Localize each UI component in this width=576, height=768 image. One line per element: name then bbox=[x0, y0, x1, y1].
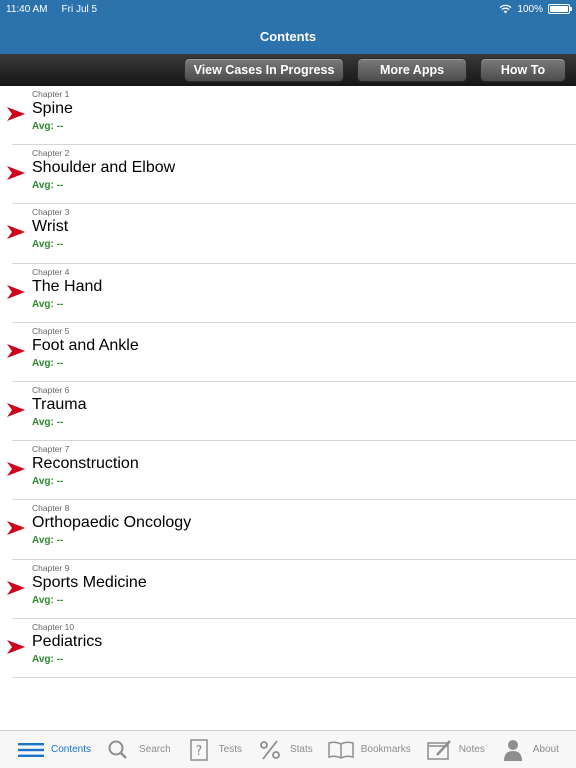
battery-level bbox=[550, 6, 568, 12]
magnifier-icon bbox=[108, 740, 127, 759]
tab-label: Tests bbox=[218, 744, 242, 755]
chapter-average: Avg: -- bbox=[32, 653, 64, 665]
chapter-average: Avg: -- bbox=[32, 416, 64, 428]
chapter-average: Avg: -- bbox=[32, 298, 64, 310]
chapter-title: Orthopaedic Oncology bbox=[32, 514, 192, 532]
tab-tests[interactable]: ? Tests bbox=[185, 738, 242, 761]
tab-stats[interactable]: Stats bbox=[256, 739, 313, 761]
chapter-title: Sports Medicine bbox=[32, 573, 147, 591]
chapter-arrow-icon bbox=[7, 107, 25, 121]
wifi-icon bbox=[499, 4, 512, 14]
chapter-average: Avg: -- bbox=[32, 180, 64, 192]
list-icon bbox=[17, 742, 44, 757]
chapter-arrow-icon bbox=[7, 462, 25, 477]
chapter-number: Chapter 8 bbox=[32, 503, 70, 514]
chapter-title: Foot and Ankle bbox=[32, 336, 139, 354]
chapter-number: Chapter 2 bbox=[32, 148, 70, 159]
percent-icon bbox=[260, 739, 280, 760]
chapter-title: Wrist bbox=[32, 218, 69, 236]
chapter-arrow-icon bbox=[7, 521, 25, 536]
notepad-icon bbox=[426, 739, 451, 760]
chapter-row[interactable]: Chapter 2 Shoulder and Elbow Avg: -- bbox=[7, 145, 576, 205]
chapter-title: Spine bbox=[32, 100, 73, 117]
chapter-title: The Hand bbox=[32, 277, 103, 295]
nav-bar: Contents bbox=[0, 18, 576, 54]
status-bar: 11:40 AM Fri Jul 5 100% bbox=[0, 0, 576, 18]
status-time: 11:40 AM bbox=[6, 3, 48, 15]
chapter-average: Avg: -- bbox=[32, 357, 64, 369]
chapter-row[interactable]: Chapter 1 Spine Avg: -- bbox=[7, 86, 576, 146]
chapter-average: Avg: -- bbox=[32, 535, 64, 547]
chapter-arrow-icon bbox=[7, 580, 25, 595]
chapter-number: Chapter 7 bbox=[32, 444, 70, 455]
chapter-title: Pediatrics bbox=[32, 632, 103, 650]
tab-contents[interactable]: Contents bbox=[17, 739, 91, 761]
chapter-number: Chapter 5 bbox=[32, 325, 70, 336]
chapter-average: Avg: -- bbox=[32, 476, 64, 488]
tab-label: Notes bbox=[458, 744, 485, 755]
tab-label: Search bbox=[138, 744, 171, 755]
tab-label: Stats bbox=[289, 744, 313, 755]
svg-text:?: ? bbox=[195, 744, 202, 759]
tab-bookmarks[interactable]: Bookmarks bbox=[327, 739, 411, 761]
chapter-arrow-icon bbox=[7, 639, 25, 654]
question-icon: ? bbox=[189, 738, 208, 761]
chapter-average: Avg: -- bbox=[32, 121, 64, 132]
chapter-title: Trauma bbox=[32, 395, 87, 413]
chapter-row[interactable]: Chapter 8 Orthopaedic Oncology Avg: -- bbox=[7, 500, 576, 560]
chapter-number: Chapter 6 bbox=[32, 384, 70, 395]
tab-label: Bookmarks bbox=[360, 744, 411, 755]
tab-search[interactable]: Search bbox=[105, 739, 171, 761]
chapter-number: Chapter 1 bbox=[32, 89, 70, 99]
tab-bar: Contents Search ? Tests Stats Bookmarks bbox=[0, 730, 576, 768]
chapter-row[interactable]: Chapter 9 Sports Medicine Avg: -- bbox=[7, 560, 576, 619]
chapter-arrow-icon bbox=[7, 402, 25, 417]
view-cases-in-progress-button[interactable]: View Cases In Progress bbox=[184, 58, 344, 82]
chapter-row[interactable]: Chapter 6 Trauma Avg: -- bbox=[7, 382, 576, 442]
chapter-arrow-icon bbox=[7, 166, 25, 181]
battery-icon bbox=[548, 4, 572, 14]
chapter-arrow-icon bbox=[7, 284, 25, 299]
chapter-number: Chapter 3 bbox=[32, 207, 70, 218]
chapter-row[interactable]: Chapter 5 Foot and Ankle Avg: -- bbox=[7, 323, 576, 382]
chapter-title: Reconstruction bbox=[32, 455, 139, 473]
book-icon bbox=[327, 740, 354, 759]
status-date: Fri Jul 5 bbox=[61, 3, 98, 15]
chapter-number: Chapter 4 bbox=[32, 266, 70, 277]
tab-about[interactable]: About bbox=[499, 739, 559, 761]
chapter-average: Avg: -- bbox=[32, 594, 64, 606]
page-title: Contents bbox=[259, 28, 317, 44]
chapter-number: Chapter 9 bbox=[32, 562, 70, 573]
tab-label: Contents bbox=[50, 744, 92, 755]
chapter-average: Avg: -- bbox=[32, 239, 64, 251]
chapter-number: Chapter 10 bbox=[32, 621, 75, 632]
tab-label: About bbox=[532, 744, 559, 755]
chapter-row[interactable]: Chapter 7 Reconstruction Avg: -- bbox=[7, 441, 576, 501]
chapter-row[interactable]: Chapter 10 Pediatrics Avg: -- bbox=[7, 619, 576, 678]
chapter-arrow-icon bbox=[7, 343, 25, 358]
tab-notes[interactable]: Notes bbox=[425, 739, 485, 761]
chapter-title: Shoulder and Elbow bbox=[32, 159, 176, 177]
chapter-row[interactable]: Chapter 4 The Hand Avg: -- bbox=[7, 264, 576, 323]
chapter-list: Chapter 1 Spine Avg: -- Chapter 2 Shoulder a… bbox=[0, 86, 576, 730]
chapter-arrow-icon bbox=[7, 225, 25, 240]
how-to-button[interactable]: How To bbox=[480, 58, 566, 82]
toolbar: View Cases In Progress More Apps How To bbox=[0, 54, 576, 86]
chapter-row[interactable]: Chapter 3 Wrist Avg: -- bbox=[7, 204, 576, 264]
more-apps-button[interactable]: More Apps bbox=[357, 58, 467, 82]
person-icon bbox=[503, 739, 522, 761]
battery-percent: 100% bbox=[517, 3, 543, 15]
